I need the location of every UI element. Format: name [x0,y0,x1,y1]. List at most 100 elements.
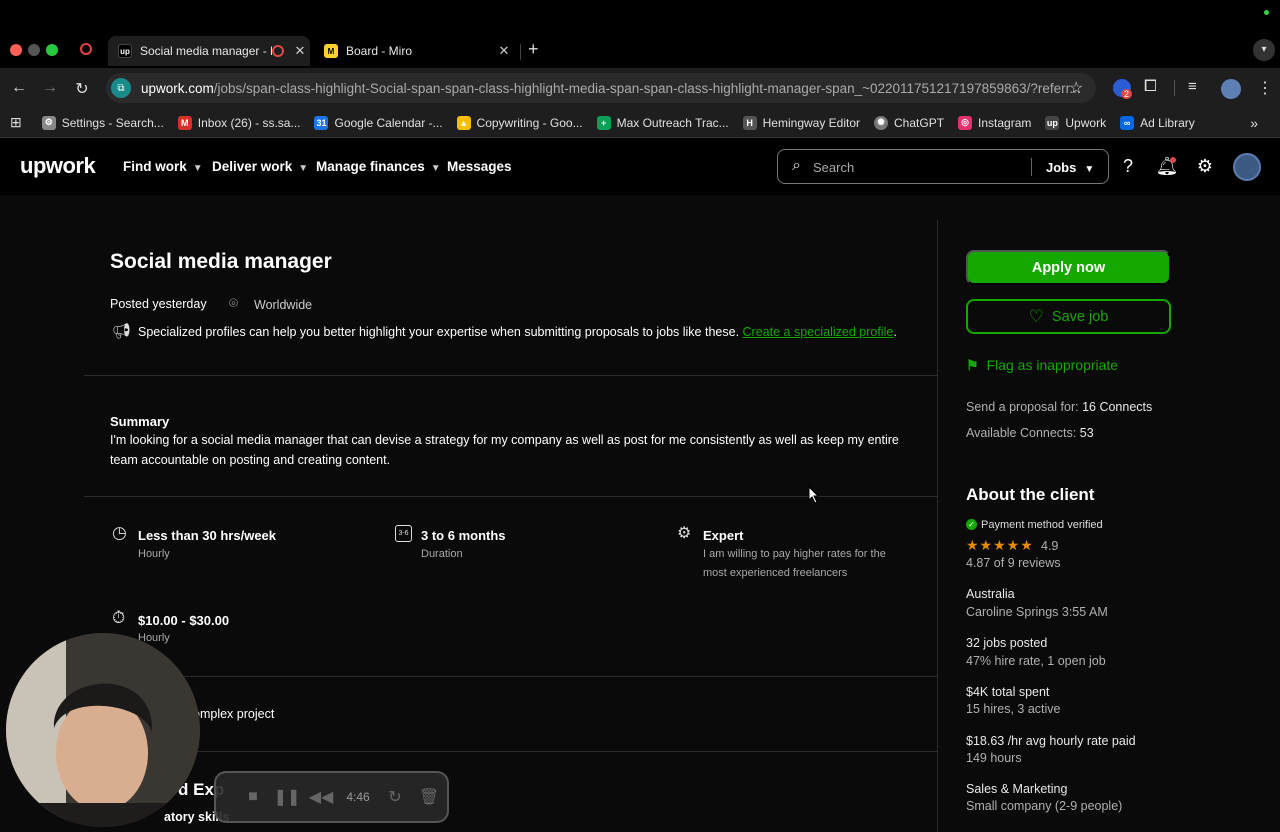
help-icon[interactable]: ? [1116,156,1140,177]
status-dot-icon [1264,10,1269,15]
calendar-icon: 31 [314,115,329,130]
back-arrow-icon[interactable]: ← [9,79,29,97]
hire-rate: 47% hire rate, 1 open job [966,654,1106,668]
flag-label: Flag as inappropriate [986,357,1119,373]
chevron-down-icon: ▼ [1084,164,1095,175]
experience-sub-2: most experienced freelancers [703,567,848,579]
forward-arrow-icon[interactable]: → [40,79,60,97]
calendar-icon: 3-6 [395,525,412,542]
search-input[interactable]: Search [813,160,854,175]
tab-social-media-manager[interactable]: up Social media manager - Mi ✕ [108,36,310,66]
chatgpt-icon: ✺ [874,115,889,130]
section-divider [84,676,937,677]
bookmark-hemingway[interactable]: H Hemingway Editor [742,115,860,130]
bookmark-upwork[interactable]: up Upwork [1045,115,1106,130]
payment-verified: Payment method verified [981,519,1103,531]
upwork-logo[interactable]: upwork [20,153,96,179]
extensions-puzzle-icon[interactable]: ⧠ [1144,78,1157,96]
settings-gear-icon[interactable]: ⚙ [1193,156,1217,177]
minimize-window-button[interactable] [28,44,40,56]
tab-search-chevron-icon[interactable]: ▾ [1253,39,1275,61]
bookmark-ad-library[interactable]: ∞ Ad Library [1120,115,1195,130]
stopwatch-icon: ⏱︎ [112,608,126,627]
browser-menu-icon[interactable]: ⋮ [1257,78,1273,98]
rewind-icon[interactable]: ◀◀ [304,787,338,807]
stop-icon[interactable]: ■ [236,788,270,806]
sheets-icon: + [596,115,611,130]
bookmark-label: Copywriting - Goo... [476,115,583,130]
extension-badge: 2 [1121,89,1133,99]
chevron-down-icon: ▼ [430,163,441,174]
close-tab-icon[interactable]: ✕ [290,43,310,59]
bookmark-instagram[interactable]: ◎ Instagram [958,115,1031,130]
reload-icon[interactable]: ↻ [72,79,92,99]
bookmark-inbox[interactable]: M Inbox (26) - ss.sa... [177,115,301,130]
client-country: Australia [966,587,1015,601]
client-city-time: Caroline Springs 3:55 AM [966,605,1108,619]
bookmark-chatgpt[interactable]: ✺ ChatGPT [874,115,945,130]
maximize-window-button[interactable] [46,44,58,56]
chevron-down-icon: ▼ [298,163,309,174]
nav-deliver-work[interactable]: Deliver work ▼ [212,159,308,174]
proposal-label: Send a proposal for: [966,400,1079,414]
nav-find-work[interactable]: Find work ▼ [123,159,203,174]
notification-dot [1170,157,1176,163]
section-divider [84,375,937,376]
tab-recording-icon [272,45,284,57]
trash-icon[interactable]: 🗑︎ [412,787,446,807]
new-tab-icon[interactable]: + [528,39,539,60]
media-control-icon[interactable]: ≡ [1188,78,1197,95]
bookmark-max-outreach[interactable]: + Max Outreach Trac... [596,115,729,130]
search-scope-select[interactable]: Jobs ▼ [1046,160,1094,175]
url-path: /jobs/span-class-highlight-Social-span-s… [213,80,1081,96]
reviews-count: 4.87 of 9 reviews [966,556,1061,570]
close-tab-icon[interactable]: ✕ [494,43,514,59]
apps-grid-icon[interactable]: ⊞ [10,114,22,131]
project-type: omplex project [193,707,275,721]
nav-label: Manage finances [316,159,425,174]
save-job-label: Save job [1051,308,1109,325]
bookmark-google-calendar[interactable]: 31 Google Calendar -... [314,115,443,130]
recording-time: 4:46 [346,790,370,804]
summary-line-2: team accountable on posting and creating… [110,453,391,467]
bookmark-star-icon[interactable]: ☆ [1069,78,1083,98]
save-job-button[interactable]: ♡ Save job [966,299,1171,334]
hours-count: 149 hours [966,751,1022,765]
pause-icon[interactable]: ❚❚ [270,787,304,807]
avg-hourly-rate: $18.63 /hr avg hourly rate paid [966,734,1136,748]
search-box[interactable]: ⌕ Search Jobs ▼ [777,149,1109,184]
nav-messages[interactable]: Messages [447,159,512,174]
more-bookmarks-icon[interactable]: » [1250,115,1258,131]
bookmark-label: Google Calendar -... [334,115,443,130]
webcam-overlay [6,633,200,827]
clock-icon: ◷ [112,523,127,542]
site-info-icon[interactable]: ⧉ [111,78,131,98]
gmail-icon: M [177,115,192,130]
total-spent: $4K total spent [966,685,1050,699]
nav-label: Find work [123,159,187,174]
browser-tab-bar: up Social media manager - Mi ✕ M Board -… [0,0,1280,68]
restart-icon[interactable]: ↻ [378,787,412,807]
available-connects: Available Connects: 53 [966,426,1094,440]
verified-check-icon: ✓ [966,519,977,530]
bookmark-copywriting[interactable]: ▲ Copywriting - Goo... [456,115,583,130]
bookmark-label: ChatGPT [894,115,945,130]
apply-now-button[interactable]: Apply now [966,250,1171,285]
bookmark-label: Ad Library [1140,115,1195,130]
bookmark-settings[interactable]: ⚙ Settings - Search... [41,115,164,130]
flag-inappropriate-link[interactable]: ⚑ Flag as inappropriate [966,357,1118,374]
user-avatar[interactable] [1233,153,1261,181]
summary-line-1: I'm looking for a social media manager t… [110,433,899,447]
job-title: Social media manager [110,250,332,273]
close-window-button[interactable] [10,44,22,56]
profile-avatar-icon[interactable] [1221,79,1241,99]
create-specialized-profile-link[interactable]: Create a specialized profile [743,325,894,339]
bookmark-label: Inbox (26) - ss.sa... [197,115,301,130]
nav-manage-finances[interactable]: Manage finances ▼ [316,159,441,174]
job-location: Worldwide [254,298,313,312]
tab-board-miro[interactable]: M Board - Miro ✕ [314,36,514,66]
notice-text: Specialized profiles can help you better… [138,325,740,339]
instagram-icon: ◎ [958,115,973,130]
address-bar[interactable]: ⧉ upwork.com /jobs/span-class-highlight-… [106,73,1096,103]
bookmark-label: Max Outreach Trac... [616,115,729,130]
